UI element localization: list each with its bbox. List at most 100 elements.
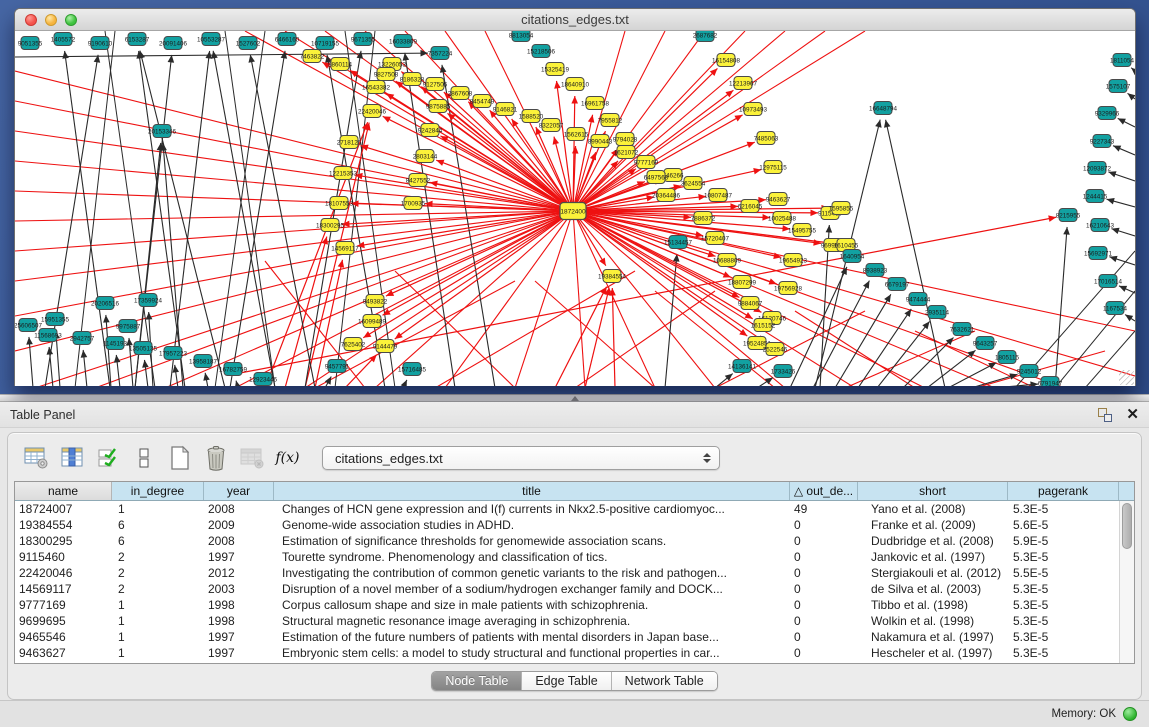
table-row[interactable]: 2242004622012Investigating the contribut… [15,565,1119,581]
svg-text:8813054: 8813054 [509,32,534,39]
cell-pagerank: 5.3E-5 [1008,549,1119,565]
svg-text:12213967: 12213967 [729,80,758,87]
split-divider[interactable] [0,394,1149,402]
svg-text:10719155: 10719155 [311,40,340,47]
table-row[interactable]: 1830029562008Estimation of significance … [15,533,1119,549]
column-header-pagerank[interactable]: pagerank [1008,482,1119,500]
svg-text:6216045: 6216045 [738,203,763,210]
cell-short: Yano et al. (2008) [858,501,1008,517]
svg-text:9827508: 9827508 [374,71,399,78]
column-header-title[interactable]: title [274,482,790,500]
svg-text:15951355: 15951355 [41,316,70,323]
svg-text:2718126: 2718126 [337,139,362,146]
window-titlebar[interactable]: citations_edges.txt [15,9,1135,31]
table-type-tabs: Node TableEdge TableNetwork Table [431,671,717,691]
table-row[interactable]: 1872400712008Changes of HCN gene express… [15,501,1119,517]
svg-text:16210643: 16210643 [1086,222,1115,229]
cell-pagerank: 5.3E-5 [1008,597,1119,613]
svg-text:12215353: 12215353 [329,170,358,177]
svg-text:9329966: 9329966 [1095,110,1120,117]
svg-text:1167534: 1167534 [1103,305,1128,312]
tab-node-table[interactable]: Node Table [432,672,522,690]
svg-text:1595855: 1595855 [829,205,854,212]
svg-text:18107553: 18107553 [325,200,354,207]
svg-text:7463822: 7463822 [300,53,325,60]
delete-columns-icon[interactable] [202,445,229,472]
svg-text:1244415: 1244415 [1083,193,1108,200]
select-columns-check-icon[interactable] [94,445,121,472]
table-row[interactable]: 1938455462009Genome-wide association stu… [15,517,1119,533]
svg-text:11568693: 11568693 [34,332,62,339]
tab-network-table[interactable]: Network Table [612,672,717,690]
network-canvas[interactable]: 7463822986011413226053982750816543382818… [15,31,1135,386]
svg-text:9671355: 9671355 [351,36,376,43]
svg-text:25606507: 25606507 [15,322,42,329]
svg-text:15325419: 15325419 [541,66,570,73]
cell-name: 22420046 [15,565,112,581]
float-panel-icon[interactable] [1098,408,1112,422]
cell-year: 2008 [204,501,274,517]
tab-edge-table[interactable]: Edge Table [522,672,611,690]
table-settings-icon[interactable] [22,445,49,472]
cell-name: 18300295 [15,533,112,549]
cell-out_de: 0 [790,581,858,597]
show-columns-icon[interactable] [58,445,85,472]
column-header-year[interactable]: year [204,482,274,500]
svg-text:9794028: 9794028 [613,136,638,143]
svg-text:2867608: 2867608 [448,90,473,97]
svg-text:9884067: 9884067 [738,300,763,307]
svg-text:9051355: 9051355 [18,40,43,47]
column-header-out_de[interactable]: △ out_de... [790,482,858,500]
cell-year: 1998 [204,597,274,613]
svg-text:15218506: 15218506 [527,48,556,55]
column-header-name[interactable]: name [15,482,112,500]
memory-status-icon[interactable] [1123,707,1137,721]
cell-year: 1997 [204,645,274,661]
table-selector-dropdown[interactable]: citations_edges.txt [322,446,720,470]
svg-text:6497568: 6497568 [644,174,669,181]
create-new-column-icon[interactable] [166,445,193,472]
svg-text:19384554: 19384554 [598,273,627,280]
close-panel-icon[interactable]: ✕ [1126,408,1139,422]
svg-text:17359924: 17359924 [134,297,163,304]
svg-text:2803144: 2803144 [413,153,438,160]
svg-text:9975887: 9975887 [116,323,141,330]
table-tabs-row: Node TableEdge TableNetwork Table [8,671,1141,691]
cell-out_de: 0 [790,565,858,581]
svg-text:20364486: 20364486 [652,192,681,199]
table-body: 1872400712008Changes of HCN gene express… [15,501,1119,663]
table-row[interactable]: 946362711997Embryonic stem cells: a mode… [15,645,1119,661]
table-header-row: namein_degreeyeartitle△ out_de...shortpa… [15,482,1134,501]
resize-grip[interactable] [1119,370,1134,385]
cell-title: Estimation of the future numbers of pati… [274,629,790,645]
table-row[interactable]: 977716911998Corpus callosum shape and si… [15,597,1119,613]
cell-year: 2003 [204,581,274,597]
cell-title: Structural magnetic resonance image aver… [274,613,790,629]
cell-in_degree: 1 [112,645,204,661]
table-row[interactable]: 911546021997Tourette syndrome. Phenomeno… [15,549,1119,565]
svg-text:9643257: 9643257 [973,340,998,347]
cell-out_de: 0 [790,645,858,661]
svg-text:1610455: 1610455 [834,242,859,249]
cell-in_degree: 1 [112,613,204,629]
svg-text:8215955: 8215955 [1056,212,1081,219]
column-header-in_degree[interactable]: in_degree [112,482,204,500]
table-row[interactable]: 969969511998Structural magnetic resonanc… [15,613,1119,629]
table-row[interactable]: 946554611997Estimation of the future num… [15,629,1119,645]
svg-text:16648794: 16648794 [869,105,898,112]
svg-text:2942757: 2942757 [70,335,95,342]
scrollbar-thumb[interactable] [1122,503,1132,549]
svg-text:3624554: 3624554 [681,180,706,187]
clear-columns-icon[interactable] [130,445,157,472]
cell-year: 2008 [204,533,274,549]
table-selector-value: citations_edges.txt [335,451,703,466]
function-builder-icon[interactable]: f(x) [274,445,301,472]
svg-text:12975115: 12975115 [759,164,787,171]
column-header-short[interactable]: short [858,482,1008,500]
table-scrollbar[interactable] [1119,501,1134,663]
svg-text:12923446: 12923446 [249,376,278,383]
cell-out_de: 0 [790,533,858,549]
table-row[interactable]: 1456911722003Disruption of a novel membe… [15,581,1119,597]
svg-text:2935114: 2935114 [925,309,950,316]
svg-text:9777169: 9777169 [634,159,659,166]
